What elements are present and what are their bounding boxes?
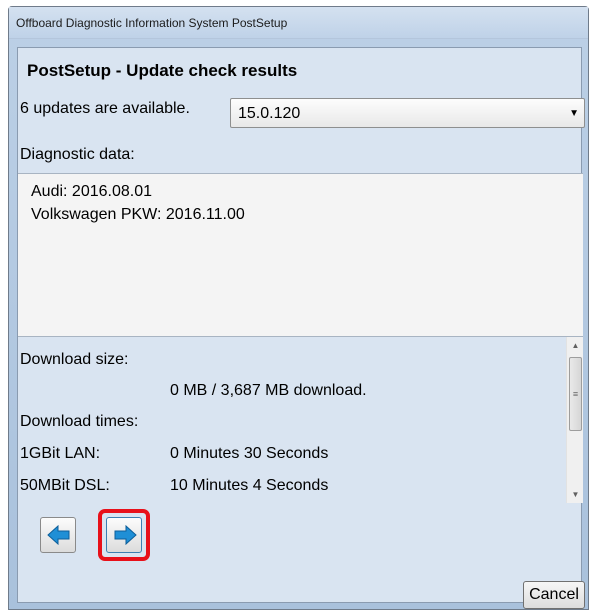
- postsetup-window: Offboard Diagnostic Information System P…: [8, 6, 589, 610]
- download-info-panel: Download size: 0 MB / 3,687 MB download.…: [18, 337, 583, 505]
- scroll-down-icon[interactable]: ▼: [567, 486, 584, 503]
- download-size-value: 0 MB / 3,687 MB download.: [170, 382, 367, 399]
- version-dropdown-value: 15.0.120: [238, 105, 301, 122]
- scroll-thumb[interactable]: ≡: [569, 357, 582, 431]
- download-time-value: 10 Minutes 4 Seconds: [170, 477, 329, 494]
- connection-label: 50MBit DSL:: [20, 477, 110, 494]
- download-size-label: Download size:: [20, 351, 129, 368]
- diagnostic-entry: Audi: 2016.08.01: [31, 183, 152, 200]
- download-time-value: 0 Minutes 30 Seconds: [170, 445, 329, 462]
- window-title: Offboard Diagnostic Information System P…: [9, 7, 588, 39]
- diagnostic-data-list: Audi: 2016.08.01 Volkswagen PKW: 2016.11…: [18, 173, 583, 337]
- connection-label: 1GBit LAN:: [20, 445, 101, 462]
- diagnostic-data-label: Diagnostic data:: [20, 146, 135, 163]
- diagnostic-entry: Volkswagen PKW: 2016.11.00: [31, 206, 245, 223]
- arrow-left-icon: [47, 525, 70, 545]
- back-button[interactable]: [40, 517, 76, 553]
- next-button-highlight: [98, 509, 150, 561]
- scroll-up-icon[interactable]: ▲: [567, 337, 584, 354]
- version-dropdown[interactable]: 15.0.120 ▼: [230, 98, 585, 128]
- dialog-client-area: PostSetup - Update check results 6 updat…: [17, 47, 585, 609]
- cancel-button[interactable]: Cancel: [523, 581, 585, 609]
- updates-available-label: 6 updates are available.: [20, 100, 190, 117]
- dropdown-arrow-icon[interactable]: ▼: [569, 108, 579, 119]
- download-times-label: Download times:: [20, 413, 139, 430]
- info-scrollbar[interactable]: ▲ ≡ ▼: [566, 337, 583, 503]
- page-title: PostSetup - Update check results: [27, 61, 298, 80]
